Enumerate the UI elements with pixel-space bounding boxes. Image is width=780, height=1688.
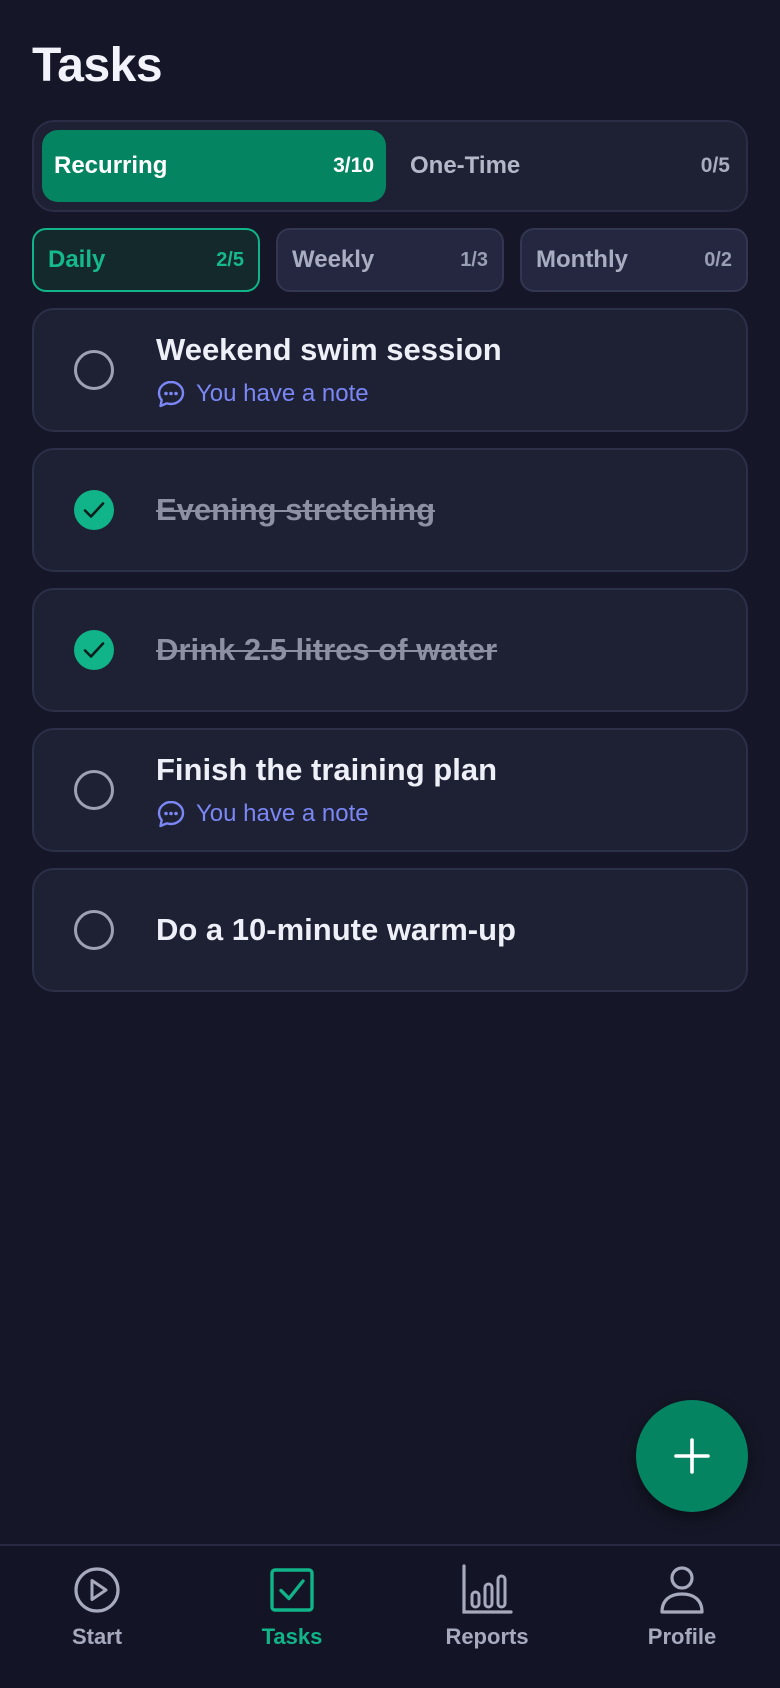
nav-tasks[interactable]: Tasks [212, 1564, 372, 1674]
task-card[interactable]: Weekend swim session You have a note [32, 308, 748, 432]
checkmark-icon [83, 642, 105, 658]
note-text: You have a note [196, 800, 369, 827]
person-icon [660, 1566, 704, 1614]
task-checkbox[interactable] [74, 350, 114, 390]
segment-recurring[interactable]: Recurring 3/10 [42, 130, 386, 202]
task-card[interactable]: Drink 2.5 litres of water [32, 588, 748, 712]
segment-label: Recurring [54, 152, 168, 179]
nav-label: Start [71, 1624, 123, 1649]
task-note-indicator[interactable]: You have a note [156, 798, 369, 830]
tab-daily[interactable]: Daily 2/5 [32, 228, 260, 292]
task-checkbox[interactable] [74, 910, 114, 950]
bottom-nav: Start Tasks Reports Profile [0, 1544, 780, 1688]
nav-reports[interactable]: Reports [407, 1564, 567, 1674]
tab-label: Monthly [536, 246, 628, 273]
tab-count: 1/3 [460, 248, 488, 271]
tab-count: 0/2 [704, 248, 732, 271]
nav-label: Tasks [261, 1624, 323, 1649]
task-type-segment: Recurring 3/10 One-Time 0/5 [32, 120, 748, 212]
nav-label: Profile [647, 1624, 717, 1649]
segment-count: 0/5 [700, 154, 730, 177]
task-card[interactable]: Evening stretching [32, 448, 748, 572]
bar-chart-icon [462, 1564, 513, 1614]
page-title: Tasks [32, 39, 163, 92]
task-title: Evening stretching [156, 492, 436, 527]
task-card[interactable]: Do a 10-minute warm-up [32, 868, 748, 992]
task-card[interactable]: Finish the training plan You have a note [32, 728, 748, 852]
chat-bubble-icon [157, 380, 185, 408]
task-checkbox[interactable] [74, 770, 114, 810]
task-title: Weekend swim session [156, 332, 502, 367]
tab-weekly[interactable]: Weekly 1/3 [276, 228, 504, 292]
nav-profile[interactable]: Profile [602, 1564, 762, 1674]
chat-bubble-icon [157, 800, 185, 828]
tab-label: Weekly [292, 246, 375, 273]
segment-one-time[interactable]: One-Time 0/5 [398, 130, 742, 202]
note-text: You have a note [196, 380, 369, 407]
task-title: Do a 10-minute warm-up [156, 912, 516, 947]
checkmark-icon [83, 502, 105, 518]
tab-label: Daily [48, 246, 106, 273]
task-title: Finish the training plan [156, 752, 497, 787]
task-checkbox-checked[interactable] [74, 490, 114, 530]
add-task-button[interactable] [636, 1400, 748, 1512]
tab-monthly[interactable]: Monthly 0/2 [520, 228, 748, 292]
nav-label: Reports [445, 1624, 529, 1649]
task-note-indicator[interactable]: You have a note [156, 378, 369, 410]
segment-label: One-Time [410, 152, 521, 179]
play-circle-icon [74, 1567, 120, 1613]
task-title: Drink 2.5 litres of water [156, 632, 498, 667]
task-checkbox-checked[interactable] [74, 630, 114, 670]
tab-count: 2/5 [216, 248, 244, 271]
nav-start[interactable]: Start [17, 1564, 177, 1674]
tasks-screen: Tasks Recurring 3/10 One-Time 0/5 Daily … [0, 0, 780, 1688]
checkbox-icon [270, 1568, 314, 1612]
plus-icon [674, 1438, 710, 1474]
segment-count: 3/10 [333, 154, 374, 177]
